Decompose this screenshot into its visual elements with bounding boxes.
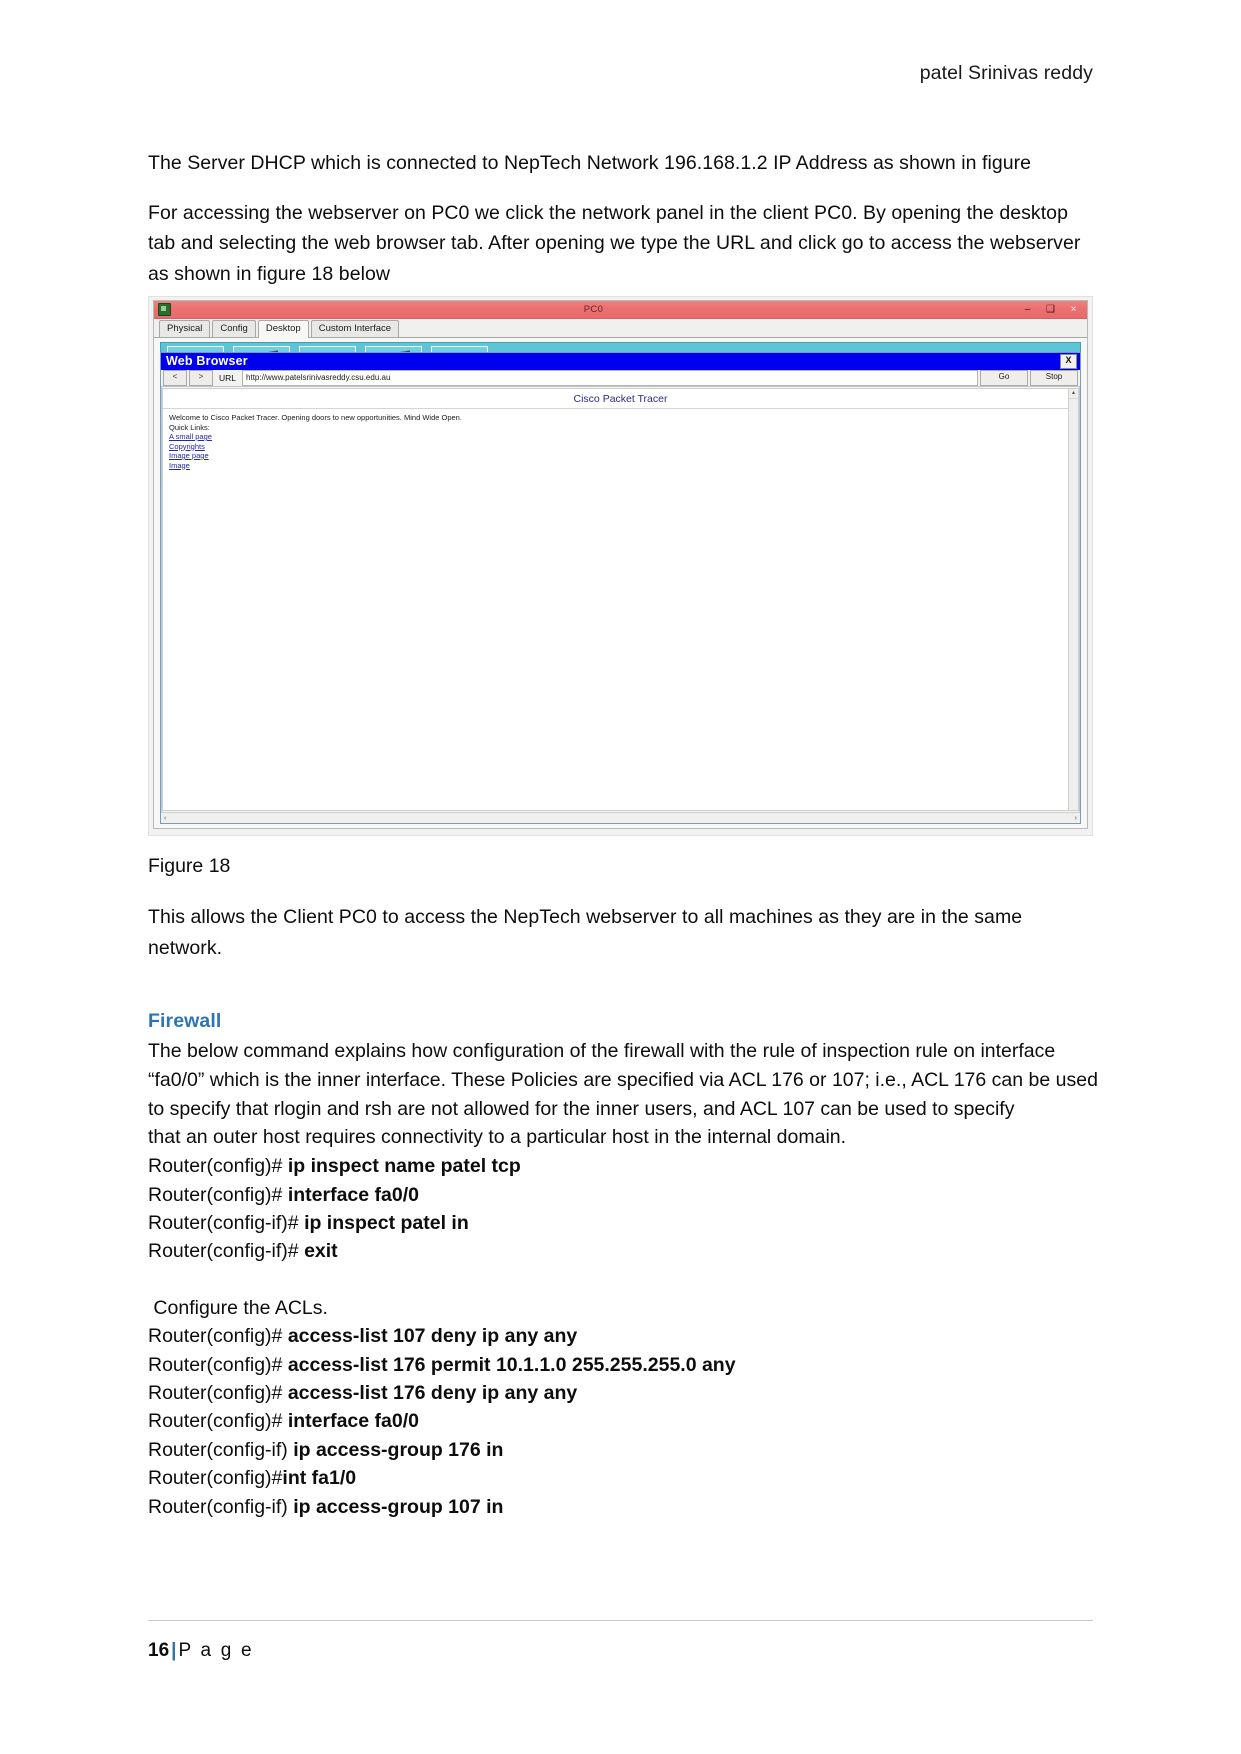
pt-window-titlebar: PC0 – ❑ ×: [154, 301, 1087, 319]
web-page-body: Welcome to Cisco Packet Tracer. Opening …: [163, 409, 1078, 474]
firewall-intro-paragraph: The below command explains how configura…: [148, 1040, 1098, 1120]
paragraph-webserver-access: For accessing the webserver on PC0 we cl…: [148, 201, 1081, 285]
command-5: access-list 107 deny ip any any: [287, 1325, 578, 1348]
forward-button[interactable]: >: [189, 370, 213, 386]
command-line-9: Router(config-if) ip access-group 176 in: [148, 1436, 1108, 1464]
command-1: ip inspect name patel tcp: [287, 1155, 521, 1178]
command-line-8: Router(config)# interface fa0/0: [148, 1407, 1108, 1435]
footer-divider: [148, 1620, 1093, 1621]
prompt-11: Router(config-if): [148, 1495, 294, 1518]
horizontal-scrollbar[interactable]: ‹ ›: [161, 812, 1080, 823]
command-7: access-list 176 deny ip any any: [287, 1382, 578, 1405]
command-line-3: Router(config-if)# ip inspect patel in: [148, 1209, 1108, 1237]
prompt-4: Router(config-if)#: [148, 1240, 305, 1263]
command-4: exit: [304, 1240, 338, 1263]
link-copyrights[interactable]: Copyrights: [169, 442, 205, 452]
command-line-11: Router(config-if) ip access-group 107 in: [148, 1493, 1108, 1521]
web-page-heading: Cisco Packet Tracer: [163, 389, 1078, 409]
command-11: ip access-group 107 in: [293, 1495, 504, 1518]
maximize-icon[interactable]: ❑: [1039, 302, 1062, 317]
go-button[interactable]: Go: [980, 370, 1028, 386]
document-page: patel Srinivas reddy The Server DHCP whi…: [0, 0, 1241, 1754]
prompt-7: Router(config)#: [148, 1382, 288, 1405]
footer-page-number: 16: [148, 1640, 170, 1661]
web-browser-title: Web Browser: [166, 354, 248, 368]
scroll-right-icon[interactable]: ›: [1075, 815, 1077, 822]
command-line-10: Router(config)#int fa1/0: [148, 1464, 1108, 1492]
scroll-up-icon[interactable]: ▴: [1069, 389, 1078, 399]
command-line-2: Router(config)# interface fa0/0: [148, 1181, 1108, 1209]
welcome-text: Welcome to Cisco Packet Tracer. Opening …: [169, 413, 462, 422]
url-input[interactable]: http://www.patelsrinivasreddy.csu.edu.au: [242, 370, 978, 386]
intro-text-block: The Server DHCP which is connected to Ne…: [148, 148, 1093, 308]
prompt-6: Router(config)#: [148, 1353, 288, 1376]
web-browser-window: Web Browser X < > URL http://www.patelsr…: [160, 352, 1081, 824]
document-header-author: patel Srinivas reddy: [919, 62, 1093, 84]
web-page-viewport: Cisco Packet Tracer Welcome to Cisco Pac…: [162, 388, 1079, 811]
url-label: URL: [219, 373, 237, 383]
acl-section-heading: Configure the ACLs.: [148, 1296, 328, 1319]
footer-page-word: P a g e: [178, 1640, 254, 1661]
command-3: ip inspect patel in: [304, 1212, 469, 1234]
packet-tracer-device-window: PC0 – ❑ × Physical Config Desktop Custom…: [153, 300, 1088, 829]
window-controls: – ❑ ×: [1016, 302, 1085, 317]
tab-custom-interface[interactable]: Custom Interface: [310, 320, 400, 337]
quick-links-label: Quick Links:: [169, 422, 210, 432]
tab-desktop[interactable]: Desktop: [257, 320, 309, 338]
web-browser-toolbar: < > URL http://www.patelsrinivasreddy.cs…: [161, 370, 1080, 387]
tab-physical[interactable]: Physical: [159, 320, 211, 337]
prompt-8: Router(config)#: [148, 1410, 288, 1433]
command-9: ip access-group 176 in: [293, 1438, 504, 1461]
figure-caption: Figure 18: [148, 855, 231, 877]
pt-window-title: PC0: [583, 304, 604, 315]
paragraph-dhcp-server: The Server DHCP which is connected to Ne…: [148, 152, 1032, 174]
link-image[interactable]: Image: [169, 461, 190, 471]
web-browser-close-icon[interactable]: X: [1060, 354, 1077, 369]
command-line-4: Router(config-if)# exit: [148, 1237, 1108, 1265]
tab-config[interactable]: Config: [212, 320, 256, 337]
command-line-1: Router(config)# ip inspect name patel tc…: [148, 1152, 1108, 1180]
scroll-left-icon[interactable]: ‹: [164, 815, 166, 822]
prompt-1: Router(config)#: [148, 1155, 288, 1178]
stop-button[interactable]: Stop: [1030, 370, 1078, 386]
firewall-intro-paragraph-2: that an outer host requires connectivity…: [148, 1126, 847, 1149]
link-a-small-page[interactable]: A small page: [169, 432, 212, 442]
prompt-3: Router(config-if)#: [148, 1212, 305, 1234]
page-footer: 16 | P a g e: [148, 1640, 254, 1662]
figure-18-screenshot: PC0 – ❑ × Physical Config Desktop Custom…: [148, 296, 1093, 836]
pt-desktop-panel: Web Browser X < > URL http://www.patelsr…: [154, 338, 1087, 828]
firewall-section: Firewall The below command explains how …: [148, 1010, 1108, 1521]
minimize-icon[interactable]: –: [1016, 302, 1039, 317]
command-2: interface fa0/0: [287, 1183, 419, 1206]
prompt-2: Router(config)#: [148, 1183, 288, 1206]
web-browser-titlebar: Web Browser X: [161, 353, 1080, 370]
prompt-9: Router(config-if): [148, 1438, 294, 1461]
prompt-5: Router(config)#: [148, 1325, 288, 1348]
close-icon[interactable]: ×: [1062, 302, 1085, 317]
firewall-heading: Firewall: [148, 1010, 222, 1032]
pt-tab-strip: Physical Config Desktop Custom Interface: [154, 319, 1087, 338]
command-10: int fa1/0: [282, 1467, 357, 1490]
back-button[interactable]: <: [163, 370, 187, 386]
command-line-5: Router(config)# access-list 107 deny ip …: [148, 1322, 1108, 1350]
command-line-7: Router(config)# access-list 176 deny ip …: [148, 1379, 1108, 1407]
paragraph-client-access: This allows the Client PC0 to access the…: [148, 906, 1023, 959]
packet-tracer-app-icon: [158, 303, 171, 316]
command-8: interface fa0/0: [287, 1410, 419, 1433]
post-figure-text-block: This allows the Client PC0 to access the…: [148, 902, 1093, 982]
command-line-6: Router(config)# access-list 176 permit 1…: [148, 1351, 1108, 1379]
prompt-10: Router(config)#: [148, 1467, 283, 1490]
command-6: access-list 176 permit 10.1.1.0 255.255.…: [287, 1353, 736, 1376]
vertical-scrollbar[interactable]: ▴: [1068, 389, 1078, 810]
link-image-page[interactable]: Image page: [169, 451, 209, 461]
